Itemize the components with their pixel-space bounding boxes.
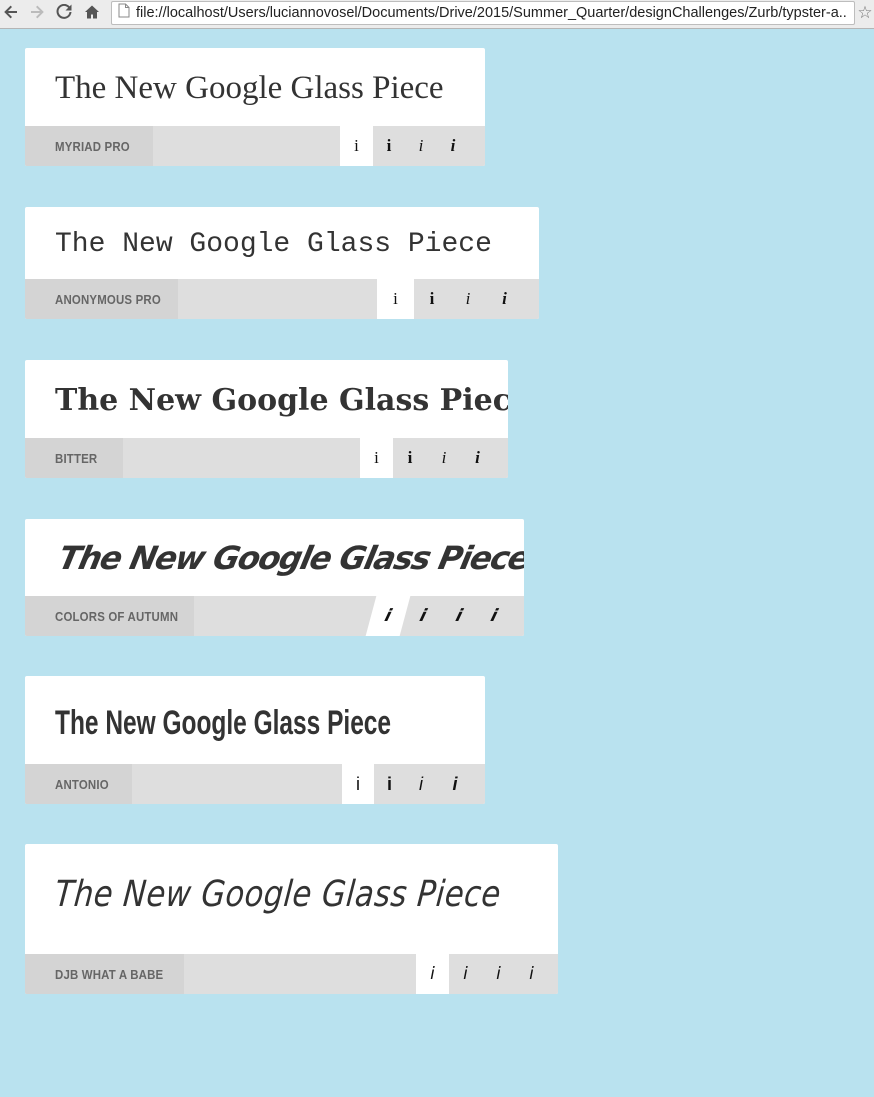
style-italic-button[interactable]: i — [482, 954, 515, 994]
back-arrow-icon[interactable] — [0, 0, 22, 24]
font-bar: MYRIAD PRO i i i i — [25, 126, 485, 166]
font-name-cell: DJB WHAT A BABE — [25, 954, 184, 994]
font-name-cell: MYRIAD PRO — [25, 126, 153, 166]
font-name: DJB WHAT A BABE — [55, 966, 164, 982]
font-name-cell: BITTER — [25, 438, 123, 478]
font-name-cell: ANTONIO — [25, 764, 132, 804]
font-card: The New Google Glass Piece ANONYMOUS PRO… — [25, 207, 539, 319]
font-bar: ANONYMOUS PRO i i i i — [25, 279, 539, 319]
style-bold-italic-button[interactable]: i — [461, 438, 494, 478]
font-preview: The New Google Glass Piece — [53, 874, 503, 915]
page-icon — [118, 3, 130, 23]
browser-toolbar: file://localhost/Users/luciannovosel/Doc… — [0, 0, 874, 29]
star-icon[interactable]: ☆ — [856, 2, 874, 24]
style-italic-button[interactable]: i — [427, 438, 461, 478]
font-preview: The New Google Glass Piece — [55, 229, 492, 260]
style-bold-button[interactable]: i — [393, 438, 427, 478]
style-bold-italic-button[interactable]: i — [437, 126, 469, 166]
style-bold-button[interactable]: i — [449, 954, 482, 994]
font-bar: COLORS OF AUTUMN i i i i — [25, 596, 524, 636]
style-italic-button[interactable]: i — [450, 279, 486, 319]
font-bar: ANTONIO i i i i — [25, 764, 485, 804]
style-regular-button[interactable]: i — [340, 126, 373, 166]
forward-arrow-icon[interactable] — [26, 0, 48, 24]
font-name-cell: ANONYMOUS PRO — [25, 279, 178, 319]
font-card: The New Google Glass Piece ANTONIO i i i… — [25, 676, 485, 804]
font-name: MYRIAD PRO — [55, 138, 130, 154]
style-bold-italic-button[interactable]: i — [515, 954, 548, 994]
style-bold-button[interactable]: i — [373, 126, 405, 166]
font-card: The New Google Glass Piece COLORS OF AUT… — [25, 519, 524, 636]
font-name: BITTER — [55, 450, 98, 466]
style-regular-button[interactable]: i — [416, 954, 449, 994]
font-card: The New Google Glass Piece MYRIAD PRO i … — [25, 48, 485, 166]
style-regular-button[interactable]: i — [342, 764, 374, 804]
style-bold-button[interactable]: i — [414, 279, 450, 319]
font-preview: The New Google Glass Piece — [55, 70, 444, 106]
style-bold-italic-button[interactable]: i — [486, 279, 523, 319]
font-name-cell: COLORS OF AUTUMN — [25, 596, 194, 636]
style-italic-button[interactable]: i — [405, 764, 437, 804]
url-text: file://localhost/Users/luciannovosel/Doc… — [136, 5, 846, 21]
font-card: The New Google Glass Piece DJB WHAT A BA… — [25, 844, 558, 994]
style-bold-button[interactable]: i — [374, 764, 405, 804]
style-italic-button[interactable]: i — [405, 126, 437, 166]
address-bar[interactable]: file://localhost/Users/luciannovosel/Doc… — [111, 1, 855, 25]
font-bar: DJB WHAT A BABE i i i i — [25, 954, 558, 994]
style-bold-italic-button[interactable]: i — [437, 764, 473, 804]
home-icon[interactable] — [80, 0, 104, 24]
font-preview: The New Google Glass Piece — [55, 539, 524, 577]
font-name: COLORS OF AUTUMN — [55, 608, 179, 624]
reload-icon[interactable] — [53, 0, 75, 24]
style-regular-button[interactable]: i — [360, 438, 393, 478]
font-preview: The New Google Glass Piece — [55, 704, 392, 742]
font-name: ANTONIO — [55, 776, 109, 792]
style-regular-button[interactable]: i — [377, 279, 414, 319]
font-bar: BITTER i i i i — [25, 438, 508, 478]
font-name: ANONYMOUS PRO — [55, 291, 161, 307]
font-preview: The New Google Glass Piece — [55, 383, 508, 418]
font-card: The New Google Glass Piece BITTER i i i … — [25, 360, 508, 478]
